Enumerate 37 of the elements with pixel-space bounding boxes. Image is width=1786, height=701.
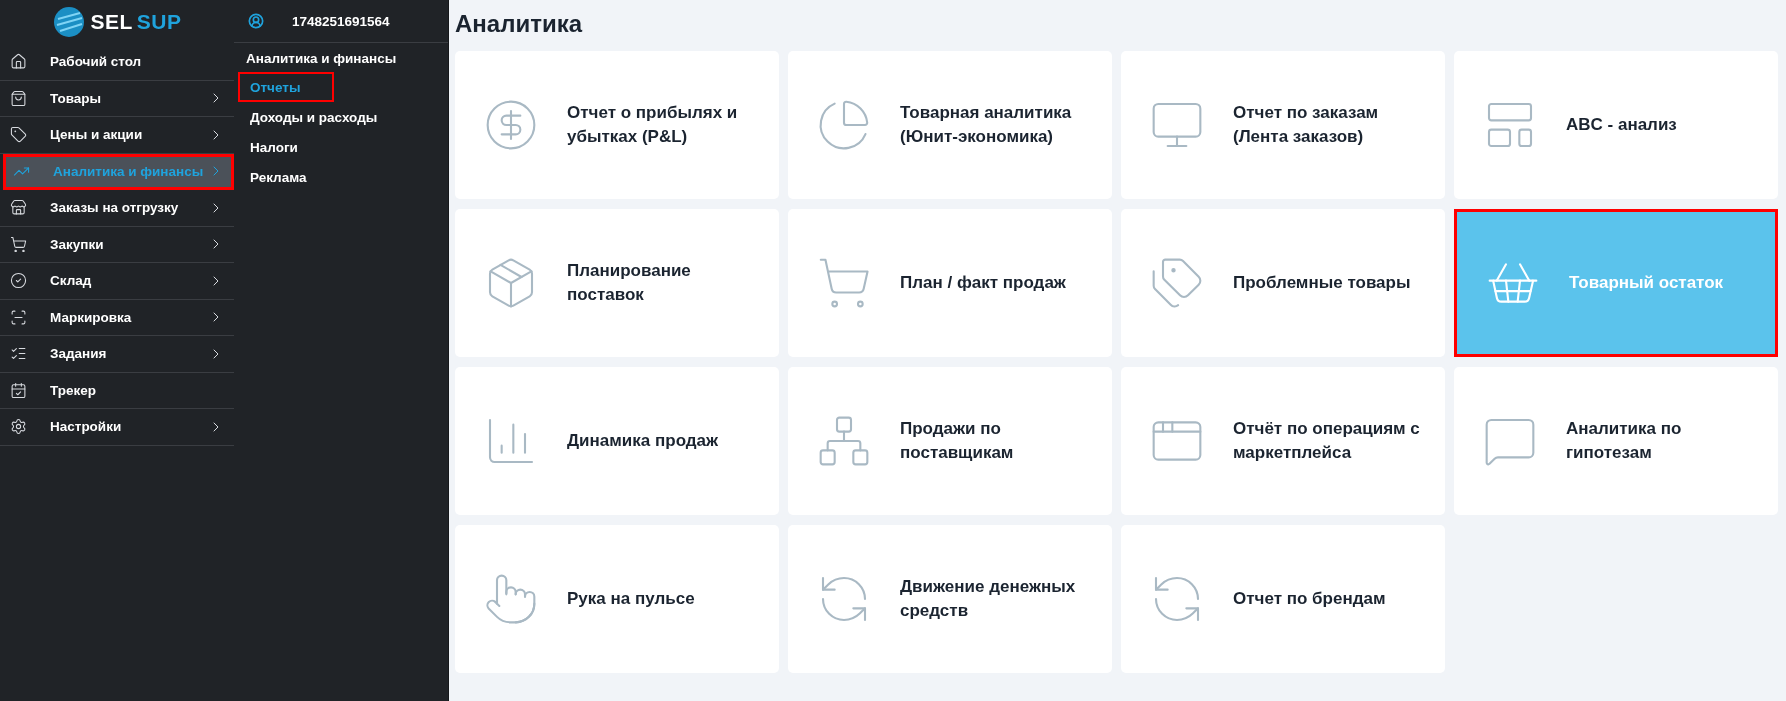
report-card[interactable]: Товарная аналитика (Юнит-экономика) [788, 51, 1112, 199]
report-card[interactable]: Динамика продаж [455, 367, 779, 515]
tag-icon [10, 126, 27, 144]
cart-icon [10, 235, 27, 253]
submenu-item[interactable]: Реклама [238, 162, 334, 192]
submenu-item[interactable]: Доходы и расходы [238, 102, 390, 132]
report-card[interactable]: Отчет о прибылях и убытках (P&L) [455, 51, 779, 199]
submenu-item[interactable]: Отчеты [238, 72, 334, 102]
logo-text: SEL [90, 10, 133, 34]
check-circle-icon [10, 272, 27, 290]
report-card[interactable]: Рука на пульсе [455, 525, 779, 673]
scan-icon [10, 308, 27, 326]
report-card[interactable]: Движение денежных средств [788, 525, 1112, 673]
store-icon [10, 199, 27, 217]
report-card[interactable]: Отчет по брендам [1121, 525, 1445, 673]
sidebar-item[interactable]: Заказы на отгрузку [0, 190, 234, 227]
sidebar-item[interactable]: Трекер [0, 372, 234, 409]
sidebar-item[interactable]: Товары [0, 80, 234, 117]
report-card[interactable]: Отчёт по операциям с маркетплейса [1121, 367, 1445, 515]
home-icon [10, 53, 27, 71]
report-card[interactable]: Проблемные товары [1121, 209, 1445, 357]
report-card[interactable]: План / факт продаж [788, 209, 1112, 357]
report-card[interactable]: Отчет по заказам (Лента заказов) [1121, 51, 1445, 199]
logo-text: SUP [136, 10, 182, 34]
report-card[interactable]: ABC - анализ [1454, 51, 1778, 199]
report-card[interactable]: Аналитика по гипотезам [1454, 367, 1778, 515]
submenu-heading: Аналитика и финансы [245, 50, 398, 68]
submenu-item[interactable]: Налоги [238, 132, 334, 162]
bag-icon [10, 89, 27, 107]
logo-icon [52, 5, 87, 39]
user-icon [248, 13, 264, 29]
report-card[interactable]: Планирование поставок [455, 209, 779, 357]
settings-icon [10, 418, 27, 436]
report-card[interactable]: Продажи по поставщикам [788, 367, 1112, 515]
page-title: Аналитика [455, 10, 584, 38]
calendar-icon [10, 381, 27, 399]
user-id: 1748251691564 [292, 13, 390, 29]
